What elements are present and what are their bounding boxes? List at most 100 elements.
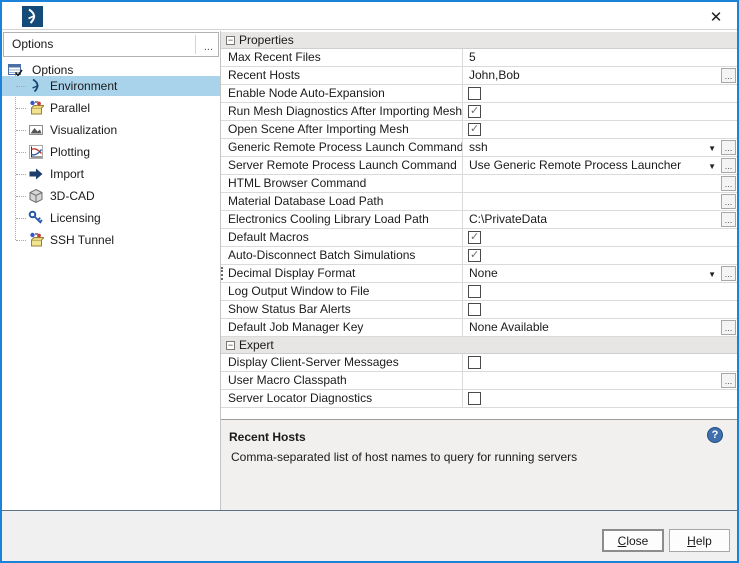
help-button-label: elp: [696, 534, 712, 548]
checkbox[interactable]: ✓: [468, 105, 481, 118]
property-value[interactable]: None Available: [469, 319, 549, 336]
checkbox[interactable]: ✓: [468, 231, 481, 244]
table-row[interactable]: Log Output Window to File: [221, 283, 737, 301]
browse-button[interactable]: ...: [721, 212, 736, 227]
checkbox[interactable]: [468, 87, 481, 100]
table-row[interactable]: Run Mesh Diagnostics After Importing Mes…: [221, 103, 737, 121]
sidebar-item-plotting[interactable]: Plotting: [2, 142, 220, 162]
tree-item-label: Plotting: [50, 142, 90, 162]
property-label: Generic Remote Process Launch Command: [221, 139, 463, 156]
tree-item-label: Parallel: [50, 98, 90, 118]
table-row[interactable]: Auto-Disconnect Batch Simulations ✓: [221, 247, 737, 265]
property-label: Recent Hosts: [221, 67, 463, 84]
sidebar-item-licensing[interactable]: Licensing: [2, 208, 220, 228]
property-label: Show Status Bar Alerts: [221, 301, 463, 318]
property-value[interactable]: ssh: [469, 139, 488, 156]
parallel-icon: [28, 100, 44, 116]
browse-button[interactable]: ...: [721, 68, 736, 83]
browse-button[interactable]: ...: [721, 158, 736, 173]
property-label: Default Macros: [221, 229, 463, 246]
sidebar-item-visualization[interactable]: Visualization: [2, 120, 220, 140]
import-icon: [28, 166, 44, 182]
table-row[interactable]: Generic Remote Process Launch Command ss…: [221, 139, 737, 157]
close-window-button[interactable]: ✕: [703, 6, 729, 28]
filter-value[interactable]: Options: [12, 33, 53, 56]
property-label: Open Scene After Importing Mesh: [221, 121, 463, 138]
table-row[interactable]: Server Remote Process Launch Command Use…: [221, 157, 737, 175]
table-row[interactable]: Material Database Load Path ...: [221, 193, 737, 211]
filter-browse-button[interactable]: ...: [204, 41, 213, 53]
table-row[interactable]: HTML Browser Command ...: [221, 175, 737, 193]
property-label: Max Recent Files: [221, 49, 463, 66]
property-value[interactable]: Use Generic Remote Process Launcher: [469, 157, 681, 174]
plotting-icon: [28, 144, 44, 160]
browse-button[interactable]: ...: [721, 266, 736, 281]
sidebar-item-environment[interactable]: Environment: [2, 76, 220, 96]
browse-button[interactable]: ...: [721, 176, 736, 191]
options-dialog: ✕ Options ... Options Environment: [0, 0, 739, 563]
section-header-expert[interactable]: − Expert: [221, 337, 737, 354]
description-title: Recent Hosts: [229, 430, 306, 444]
property-label: Server Locator Diagnostics: [221, 390, 463, 407]
options-tree-panel: Options ... Options Environment: [2, 31, 221, 510]
tree-item-label: Import: [50, 164, 84, 184]
close-button[interactable]: Close: [602, 529, 664, 552]
browse-button[interactable]: ...: [721, 194, 736, 209]
help-icon[interactable]: ?: [707, 427, 723, 443]
checkbox[interactable]: ✓: [468, 249, 481, 262]
collapse-icon[interactable]: −: [226, 341, 235, 350]
property-value[interactable]: 5: [469, 49, 476, 66]
property-value[interactable]: None: [469, 265, 498, 282]
checkbox[interactable]: [468, 285, 481, 298]
checkbox[interactable]: [468, 303, 481, 316]
close-button-label: lose: [626, 534, 648, 548]
chevron-down-icon[interactable]: ▼: [708, 140, 716, 157]
property-label: Display Client-Server Messages: [221, 354, 463, 371]
help-button[interactable]: Help: [669, 529, 730, 552]
table-row[interactable]: Max Recent Files 5: [221, 49, 737, 67]
description-panel: Recent Hosts Comma-separated list of hos…: [221, 420, 737, 510]
collapse-icon[interactable]: −: [226, 36, 235, 45]
sidebar-item-import[interactable]: Import: [2, 164, 220, 184]
property-label: User Macro Classpath: [221, 372, 463, 389]
table-row[interactable]: Default Job Manager Key None Available .…: [221, 319, 737, 337]
property-value[interactable]: C:\PrivateData: [469, 211, 547, 228]
property-label: Default Job Manager Key: [221, 319, 463, 336]
check-icon: ✓: [470, 229, 479, 246]
tree-item-label: Environment: [50, 76, 117, 96]
table-row[interactable]: Open Scene After Importing Mesh ✓: [221, 121, 737, 139]
sidebar-item-ssh-tunnel[interactable]: SSH Tunnel: [2, 230, 220, 250]
table-row[interactable]: Electronics Cooling Library Load Path C:…: [221, 211, 737, 229]
property-label: Auto-Disconnect Batch Simulations: [221, 247, 463, 264]
sidebar-item-parallel[interactable]: Parallel: [2, 98, 220, 118]
table-row[interactable]: Decimal Display Format None ▼ ...: [221, 265, 737, 283]
sidebar-item-3d-cad[interactable]: 3D-CAD: [2, 186, 220, 206]
environment-icon: [28, 78, 44, 94]
licensing-icon: [28, 210, 44, 226]
browse-button[interactable]: ...: [721, 140, 736, 155]
chevron-down-icon[interactable]: ▼: [708, 158, 716, 175]
table-row[interactable]: Show Status Bar Alerts: [221, 301, 737, 319]
table-row[interactable]: Recent Hosts John,Bob ...: [221, 67, 737, 85]
table-row[interactable]: Server Locator Diagnostics: [221, 390, 737, 408]
checkbox[interactable]: ✓: [468, 123, 481, 136]
property-label: Server Remote Process Launch Command: [221, 157, 463, 174]
table-row[interactable]: Enable Node Auto-Expansion: [221, 85, 737, 103]
property-label: Log Output Window to File: [221, 283, 463, 300]
options-filter-field[interactable]: Options ...: [3, 32, 219, 57]
table-row[interactable]: User Macro Classpath ...: [221, 372, 737, 390]
browse-button[interactable]: ...: [721, 373, 736, 388]
checkbox[interactable]: [468, 392, 481, 405]
tree-item-label: Visualization: [50, 120, 117, 140]
app-logo-icon: [22, 6, 43, 27]
table-row[interactable]: Display Client-Server Messages: [221, 354, 737, 372]
property-label: Run Mesh Diagnostics After Importing Mes…: [221, 103, 463, 120]
section-header-properties[interactable]: − Properties: [221, 32, 737, 49]
browse-button[interactable]: ...: [721, 320, 736, 335]
checkbox[interactable]: [468, 356, 481, 369]
tree-item-label: 3D-CAD: [50, 186, 95, 206]
chevron-down-icon[interactable]: ▼: [708, 266, 716, 283]
table-row[interactable]: Default Macros ✓: [221, 229, 737, 247]
title-bar[interactable]: ✕: [2, 2, 737, 30]
property-value[interactable]: John,Bob: [469, 67, 520, 84]
